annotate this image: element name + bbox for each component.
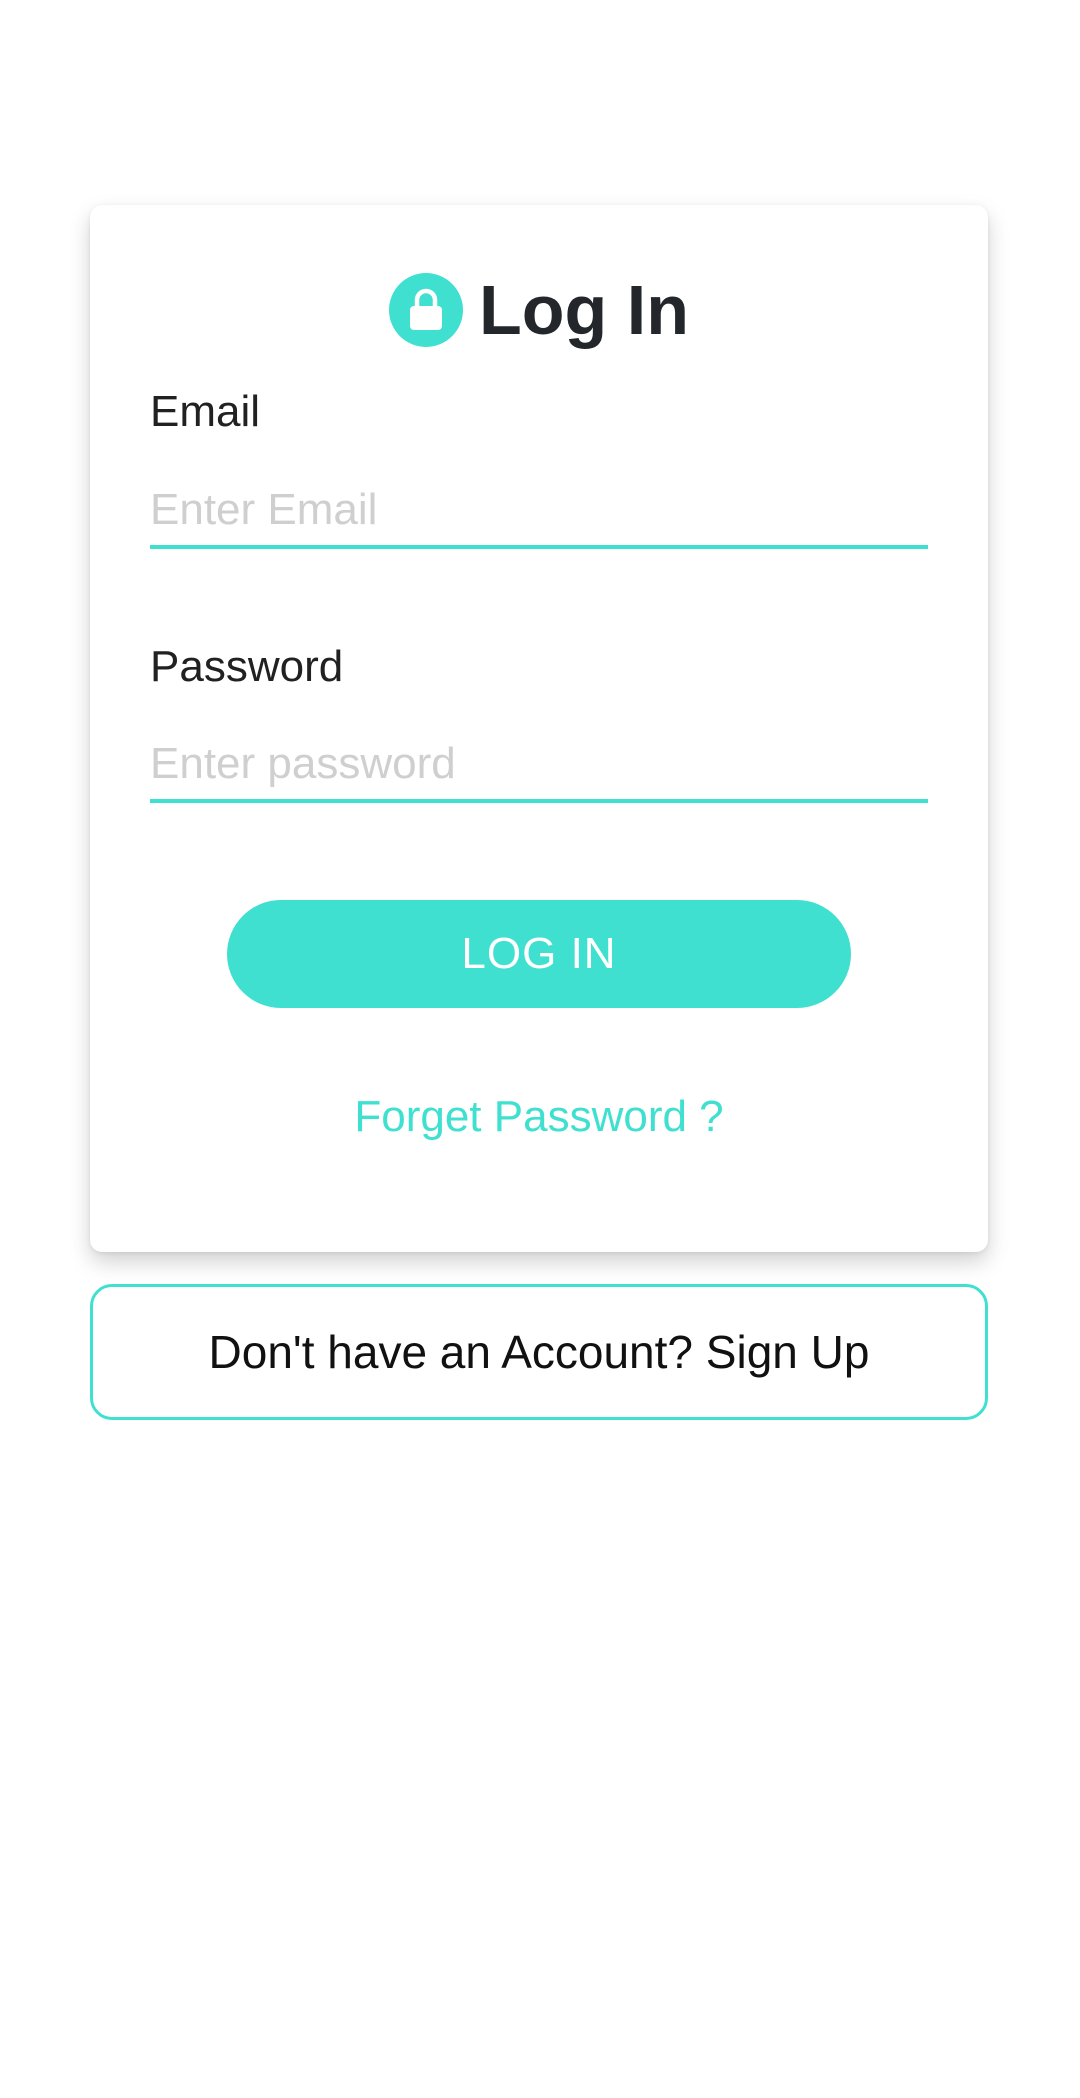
login-header: Log In [90,265,988,355]
lock-glyph [410,288,443,330]
email-field[interactable] [150,475,928,549]
password-label: Password [150,642,344,691]
login-card: Log In Email Password LOG IN Forget Pass… [90,205,988,1252]
forget-password-link[interactable]: Forget Password ? [90,1095,988,1139]
lock-icon [389,273,464,347]
login-button[interactable]: LOG IN [227,900,851,1008]
signup-button[interactable]: Don't have an Account? Sign Up [90,1284,988,1420]
signup-label: Don't have an Account? Sign Up [208,1326,870,1378]
password-field[interactable] [150,729,928,803]
email-label: Email [150,387,261,436]
page-title: Log In [479,271,689,349]
